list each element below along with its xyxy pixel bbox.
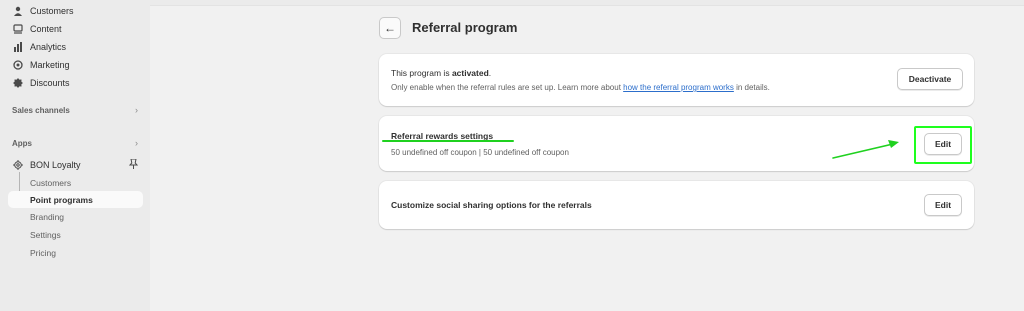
apps-label: Apps (12, 138, 32, 148)
page-title: Referral program (412, 20, 518, 35)
app-item-branding[interactable]: Branding (30, 209, 64, 225)
sidebar-item-label: Analytics (30, 42, 67, 52)
social-sharing-title: Customize social sharing options for the… (391, 200, 592, 210)
apps-header[interactable]: Apps › (12, 136, 138, 150)
sidebar-item-label: Marketing (30, 60, 70, 70)
program-status-card: This program is activated. Only enable w… (379, 54, 974, 106)
bar-chart-icon (12, 41, 24, 53)
sidebar-item-analytics[interactable]: Analytics (12, 39, 66, 55)
app-bon-loyalty[interactable]: BON Loyalty (12, 157, 139, 173)
status-value: activated (451, 68, 489, 78)
person-icon (12, 5, 24, 17)
sales-channels-label: Sales channels (12, 105, 70, 115)
sidebar-item-content[interactable]: Content (12, 21, 62, 37)
social-sharing-card: Customize social sharing options for the… (379, 181, 974, 229)
app-item-pricing[interactable]: Pricing (30, 245, 56, 261)
app-item-label: Customers (30, 178, 72, 188)
arrow-left-icon: ← (384, 21, 396, 35)
referral-help-link[interactable]: how the referral program works (623, 83, 734, 92)
highlight-box (914, 126, 972, 164)
program-status-note: Only enable when the referral rules are … (391, 83, 770, 92)
highlight-underline (382, 140, 514, 142)
app-item-label: Point programs (30, 194, 93, 205)
sidebar-item-label: Content (30, 24, 62, 34)
app-gear-icon (12, 159, 24, 171)
sidebar-item-label: Discounts (30, 78, 70, 88)
sidebar: Customers Content Analytics Marketing Di… (0, 0, 150, 311)
sidebar-item-discounts[interactable]: Discounts (12, 75, 70, 91)
back-button[interactable]: ← (379, 17, 401, 39)
app-item-label: Branding (30, 212, 65, 222)
sidebar-item-marketing[interactable]: Marketing (12, 57, 70, 73)
program-status-text: This program is activated. (391, 68, 492, 78)
app-item-label: Settings (30, 230, 61, 240)
rewards-summary: 50 undefined off coupon | 50 undefined o… (391, 148, 569, 157)
chevron-right-icon: › (135, 105, 138, 115)
app-item-point-programs[interactable]: Point programs (8, 191, 143, 208)
app-item-settings[interactable]: Settings (30, 227, 61, 243)
target-icon (12, 59, 24, 71)
discount-badge-icon (12, 77, 24, 89)
sidebar-item-label: Customers (30, 6, 74, 16)
app-item-customers[interactable]: Customers (30, 175, 71, 191)
edit-social-button[interactable]: Edit (924, 194, 962, 216)
deactivate-button[interactable]: Deactivate (897, 68, 963, 90)
app-item-label: Pricing (30, 248, 56, 258)
pin-icon[interactable] (128, 158, 139, 171)
app-name: BON Loyalty (30, 160, 81, 170)
sidebar-item-customers[interactable]: Customers (12, 3, 74, 19)
sales-channels-header[interactable]: Sales channels › (12, 103, 138, 117)
chevron-right-icon: › (135, 138, 138, 148)
annotation-arrow (832, 140, 899, 159)
content-icon (12, 23, 24, 35)
top-bar-edge (150, 0, 1024, 6)
